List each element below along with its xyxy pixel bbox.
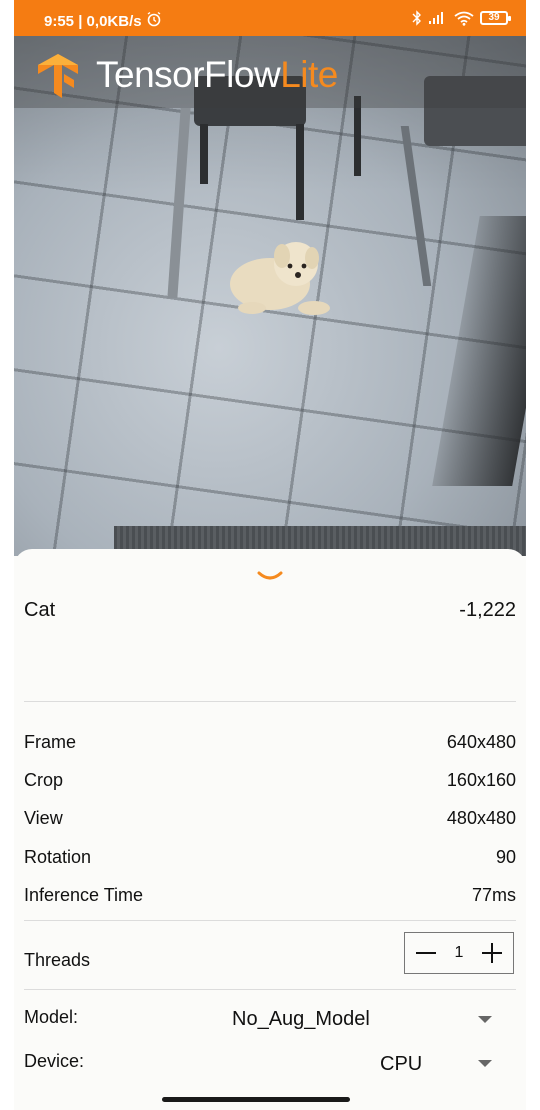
camera-preview: TensorFlowLite [14, 36, 526, 556]
model-row: Model: [24, 1007, 78, 1028]
app-toolbar: TensorFlowLite [14, 36, 526, 108]
result-row: Cat -1,222 [24, 599, 516, 622]
chair-leg [400, 126, 432, 286]
rotation-value: 90 [495, 847, 516, 867]
battery-icon: 39 [480, 11, 511, 25]
dog-photo-subject [230, 242, 330, 315]
status-bar: 9:55 | 0,0KB/s 39 [14, 0, 526, 36]
minus-icon[interactable] [415, 942, 437, 964]
crop-row: Crop 160x160 [24, 770, 516, 791]
app-title-word: TensorFlow [96, 54, 281, 95]
tensorflow-logo-icon [38, 54, 78, 98]
bluetooth-icon [412, 10, 421, 26]
app-title: TensorFlowLite [96, 54, 338, 96]
table-leg [167, 108, 191, 298]
divider [24, 701, 516, 702]
threads-label: Threads [24, 950, 91, 970]
frame-row: Frame 640x480 [24, 732, 516, 753]
result-label: Cat [24, 599, 56, 621]
device-dropdown-icon[interactable] [478, 1060, 492, 1067]
chair-leg [296, 124, 304, 220]
crop-value: 160x160 [446, 770, 516, 790]
alarm-icon [147, 11, 161, 27]
device-spinner[interactable]: CPU [380, 1053, 422, 1076]
signal-icon [429, 12, 443, 24]
threads-row: Threads [24, 950, 90, 971]
device-label: Device: [24, 1051, 85, 1071]
model-spinner[interactable]: No_Aug_Model [232, 1008, 370, 1031]
chair-leg [200, 124, 208, 184]
view-row: View 480x480 [24, 808, 516, 829]
threads-value: 1 [454, 944, 464, 961]
rotation-row: Rotation 90 [24, 847, 516, 868]
table-shadow [432, 216, 526, 486]
crop-label: Crop [24, 770, 64, 790]
plus-icon[interactable] [481, 942, 503, 964]
result-score: -1,222 [459, 599, 516, 621]
threads-stepper: 1 [404, 932, 514, 974]
wifi-icon [454, 11, 474, 26]
frame-value: 640x480 [446, 732, 516, 752]
divider [24, 920, 516, 921]
status-time: 9:55 | 0,0KB/s [44, 13, 142, 30]
view-label: View [24, 808, 63, 828]
model-label: Model: [24, 1007, 79, 1027]
device-row: Device: [24, 1051, 84, 1072]
bottom-sheet: Cat -1,222 Frame 640x480 Crop 160x160 Vi… [14, 549, 526, 1110]
chevron-down-icon[interactable] [255, 569, 285, 585]
app-screen: 9:55 | 0,0KB/s 39 TensorFlowLite Cat -1,… [14, 0, 526, 1110]
model-dropdown-icon[interactable] [478, 1016, 492, 1023]
chair-leg [354, 96, 361, 176]
inference-time-value: 77ms [471, 885, 516, 905]
app-title-lite: Lite [280, 54, 338, 95]
status-icons: 39 [412, 10, 511, 26]
rotation-label: Rotation [24, 847, 92, 867]
view-value: 480x480 [446, 808, 516, 828]
gesture-nav-bar[interactable] [162, 1097, 350, 1102]
inference-time-row: Inference Time 77ms [24, 885, 516, 906]
divider [24, 989, 516, 990]
inference-time-label: Inference Time [24, 885, 144, 905]
frame-label: Frame [24, 732, 77, 752]
